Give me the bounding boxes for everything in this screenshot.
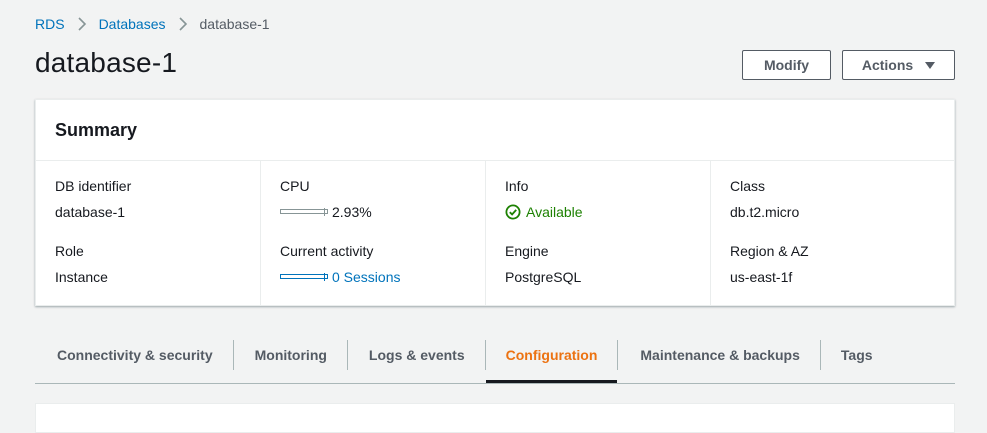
modify-button-label: Modify [763, 57, 810, 73]
tab-connectivity-security[interactable]: Connectivity & security [35, 340, 233, 370]
summary-column-identifier: DB identifier database-1 Role Instance [36, 161, 261, 306]
db-identifier-label: DB identifier [55, 178, 132, 194]
summary-header: Summary [36, 100, 954, 161]
info-label: Info [505, 178, 529, 194]
configuration-panel [35, 403, 955, 433]
tab-configuration[interactable]: Configuration [485, 340, 618, 383]
tab-logs-events[interactable]: Logs & events [348, 340, 485, 370]
status-badge: Available [505, 203, 710, 220]
breadcrumb-databases-link[interactable]: Databases [99, 16, 166, 32]
region-az-value: us-east-1f [730, 268, 793, 285]
tab-maintenance-backups[interactable]: Maintenance & backups [618, 340, 820, 370]
sessions-bar [280, 273, 328, 281]
summary-column-cpu: CPU 2.93% Current activity 0 Sessions [261, 161, 486, 306]
cpu-value: 2.93% [280, 203, 485, 220]
class-label: Class [730, 178, 766, 194]
role-label: Role [55, 243, 84, 259]
summary-title: Summary [55, 119, 138, 140]
cpu-label: CPU [280, 178, 310, 194]
cpu-percent: 2.93% [332, 203, 372, 220]
summary-column-info: Info Available Engine PostgreSQL [486, 161, 711, 306]
cpu-usage-bar [280, 208, 328, 216]
chevron-right-icon [176, 17, 190, 31]
caret-down-icon [925, 61, 936, 69]
sessions-link[interactable]: 0 Sessions [332, 269, 400, 285]
class-value: db.t2.micro [730, 203, 800, 220]
engine-value: PostgreSQL [505, 268, 582, 285]
db-identifier-value: database-1 [55, 203, 126, 220]
modify-button[interactable]: Modify [742, 50, 831, 80]
status-text: Available [526, 203, 583, 220]
actions-button-label: Actions [861, 57, 914, 73]
actions-dropdown-button[interactable]: Actions [842, 50, 955, 80]
tab-monitoring[interactable]: Monitoring [234, 340, 347, 370]
tab-tags[interactable]: Tags [821, 340, 893, 370]
tab-bar: Connectivity & security Monitoring Logs … [35, 340, 955, 384]
role-value: Instance [55, 268, 108, 285]
summary-panel: Summary DB identifier database-1 Role In… [35, 99, 955, 306]
breadcrumb-current: database-1 [199, 16, 270, 32]
summary-grid: DB identifier database-1 Role Instance C… [36, 161, 954, 306]
current-activity-label: Current activity [280, 243, 374, 259]
breadcrumb: RDS Databases database-1 [35, 16, 270, 32]
current-activity-value: 0 Sessions [280, 268, 485, 285]
breadcrumb-rds-link[interactable]: RDS [35, 16, 65, 32]
region-az-label: Region & AZ [730, 243, 809, 259]
check-circle-icon [505, 204, 521, 219]
chevron-right-icon [75, 17, 89, 31]
summary-column-class: Class db.t2.micro Region & AZ us-east-1f [711, 161, 936, 306]
page-title: database-1 [35, 47, 178, 78]
engine-label: Engine [505, 243, 549, 259]
